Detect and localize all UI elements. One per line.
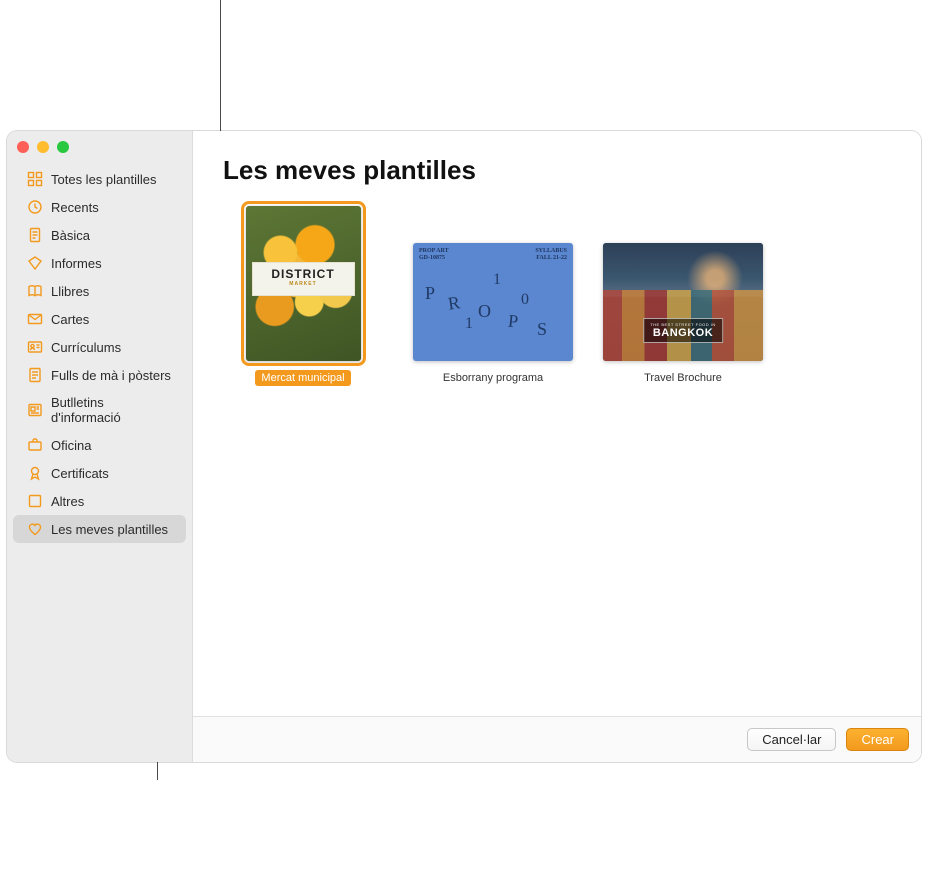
diamond-icon bbox=[27, 255, 43, 271]
template-name: Esborrany programa bbox=[437, 370, 549, 386]
sidebar: Totes les plantilles Recents Bàsica Info… bbox=[7, 131, 193, 762]
sidebar-item-label: Oficina bbox=[51, 438, 91, 453]
thumb-top-right-2: FALL 21-22 bbox=[535, 255, 567, 262]
sidebar-item-my-templates[interactable]: Les meves plantilles bbox=[13, 515, 186, 543]
footer-bar: Cancel·lar Crear bbox=[193, 716, 921, 762]
sidebar-item-stationery[interactable]: Oficina bbox=[13, 431, 186, 459]
sidebar-item-recents[interactable]: Recents bbox=[13, 193, 186, 221]
cancel-button[interactable]: Cancel·lar bbox=[747, 728, 836, 751]
template-name: Travel Brochure bbox=[638, 370, 728, 386]
sidebar-item-all-templates[interactable]: Totes les plantilles bbox=[13, 165, 186, 193]
book-icon bbox=[27, 283, 43, 299]
template-thumbnail: DISTRICT MARKET bbox=[246, 206, 361, 361]
thumb-city: BANGKOK bbox=[650, 327, 716, 339]
clock-icon bbox=[27, 199, 43, 215]
sidebar-item-label: Totes les plantilles bbox=[51, 172, 157, 187]
id-icon bbox=[27, 339, 43, 355]
ribbon-icon bbox=[27, 465, 43, 481]
template-card-program-draft[interactable]: PROP ART GD-10875 SYLLABUS FALL 21-22 P … bbox=[413, 206, 573, 386]
template-chooser-window: Totes les plantilles Recents Bàsica Info… bbox=[7, 131, 921, 762]
square-icon bbox=[27, 493, 43, 509]
sidebar-item-letters[interactable]: Cartes bbox=[13, 305, 186, 333]
thumb-top-right-1: SYLLABUS bbox=[535, 248, 567, 255]
sidebar-item-label: Informes bbox=[51, 256, 102, 271]
template-card-district[interactable]: DISTRICT MARKET Mercat municipal bbox=[223, 206, 383, 386]
close-window-button[interactable] bbox=[17, 141, 29, 153]
sidebar-item-label: Fulls de mà i pòsters bbox=[51, 368, 171, 383]
newspaper-icon bbox=[27, 402, 43, 418]
sheet-icon bbox=[27, 367, 43, 383]
minimize-window-button[interactable] bbox=[37, 141, 49, 153]
sidebar-item-label: Currículums bbox=[51, 340, 121, 355]
sidebar-item-label: Llibres bbox=[51, 284, 89, 299]
sidebar-item-basic[interactable]: Bàsica bbox=[13, 221, 186, 249]
thumb-top-left-1: PROP ART bbox=[419, 248, 449, 255]
grid-icon bbox=[27, 171, 43, 187]
sidebar-item-reports[interactable]: Informes bbox=[13, 249, 186, 277]
sidebar-item-resumes[interactable]: Currículums bbox=[13, 333, 186, 361]
sidebar-item-flyers[interactable]: Fulls de mà i pòsters bbox=[13, 361, 186, 389]
sidebar-item-label: Les meves plantilles bbox=[51, 522, 168, 537]
main-header: Les meves plantilles bbox=[193, 131, 921, 196]
envelope-icon bbox=[27, 311, 43, 327]
heart-icon bbox=[27, 521, 43, 537]
create-button[interactable]: Crear bbox=[846, 728, 909, 751]
thumb-top-left-2: GD-10875 bbox=[419, 255, 449, 262]
sidebar-item-label: Cartes bbox=[51, 312, 89, 327]
briefcase-icon bbox=[27, 437, 43, 453]
template-thumbnail: THE BEST STREET FOOD IN BANGKOK bbox=[603, 243, 763, 361]
sidebar-item-label: Bàsica bbox=[51, 228, 90, 243]
main-panel: Les meves plantilles DISTRICT MARKET Mer… bbox=[193, 131, 921, 762]
template-thumbnail: PROP ART GD-10875 SYLLABUS FALL 21-22 P … bbox=[413, 243, 573, 361]
sidebar-item-label: Altres bbox=[51, 494, 84, 509]
sidebar-item-certificates[interactable]: Certificats bbox=[13, 459, 186, 487]
sidebar-item-books[interactable]: Llibres bbox=[13, 277, 186, 305]
sidebar-item-label: Recents bbox=[51, 200, 99, 215]
fullscreen-window-button[interactable] bbox=[57, 141, 69, 153]
sidebar-item-label: Certificats bbox=[51, 466, 109, 481]
page-title: Les meves plantilles bbox=[223, 155, 891, 186]
template-card-travel-brochure[interactable]: THE BEST STREET FOOD IN BANGKOK Travel B… bbox=[603, 206, 763, 386]
sidebar-item-newsletters[interactable]: Butlletins d'informació bbox=[13, 389, 186, 431]
sidebar-item-other[interactable]: Altres bbox=[13, 487, 186, 515]
template-grid: DISTRICT MARKET Mercat municipal PROP AR… bbox=[193, 196, 921, 396]
sidebar-item-label: Butlletins d'informació bbox=[51, 395, 176, 425]
callout-leader-top bbox=[220, 0, 221, 131]
page-icon bbox=[27, 227, 43, 243]
thumb-title: DISTRICT bbox=[255, 267, 352, 281]
template-name: Mercat municipal bbox=[255, 370, 350, 386]
window-controls bbox=[7, 137, 192, 165]
